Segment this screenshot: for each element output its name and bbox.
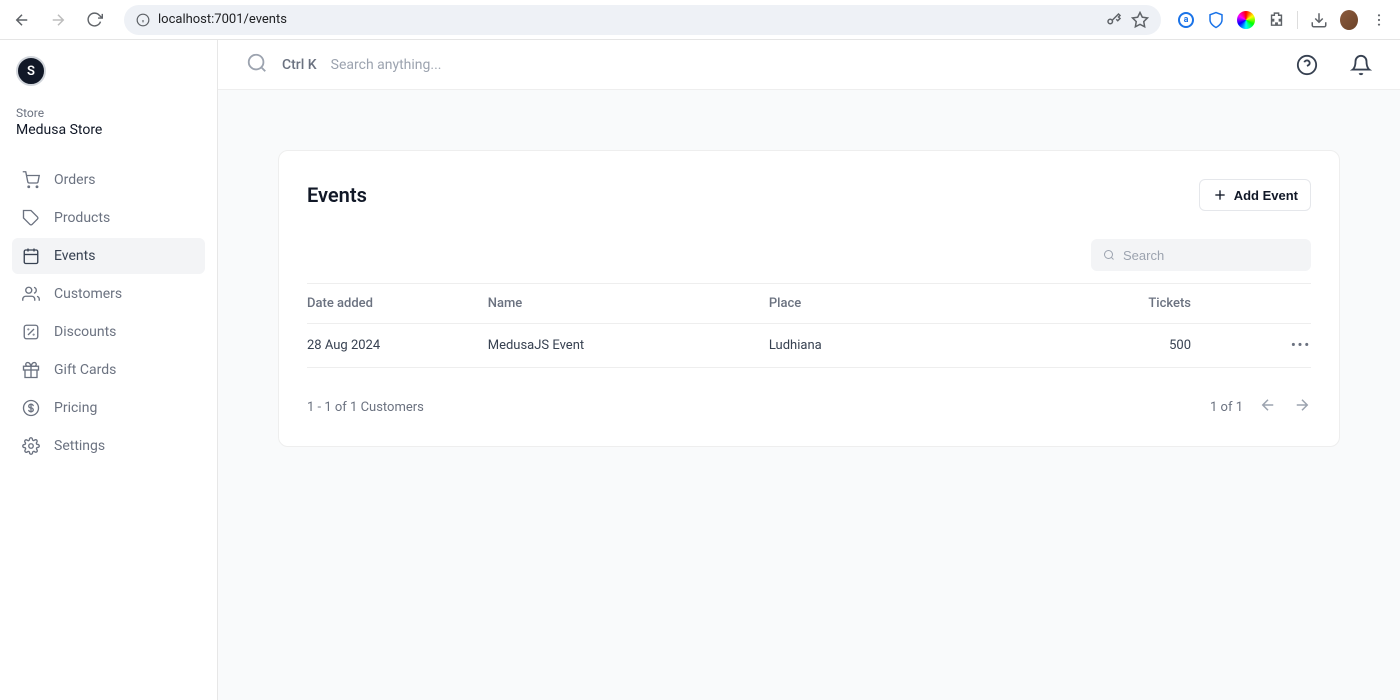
- row-actions-icon[interactable]: •••: [1291, 338, 1311, 353]
- col-date: Date added: [307, 284, 488, 324]
- pager-count: 1 - 1 of 1 Customers: [307, 400, 424, 415]
- sidebar-item-label: Products: [54, 210, 110, 226]
- search-placeholder[interactable]: Search anything...: [331, 57, 442, 73]
- sidebar-item-label: Pricing: [54, 400, 97, 416]
- browser-reload-button[interactable]: [80, 6, 108, 34]
- pager-prev[interactable]: [1259, 396, 1277, 418]
- sidebar-item-settings[interactable]: Settings: [12, 428, 205, 464]
- extension-a-icon[interactable]: a: [1177, 11, 1195, 29]
- pager-next[interactable]: [1293, 396, 1311, 418]
- sidebar-item-label: Gift Cards: [54, 362, 116, 378]
- sidebar-item-label: Customers: [54, 286, 122, 302]
- col-place: Place: [769, 284, 1090, 324]
- sidebar-item-customers[interactable]: Customers: [12, 276, 205, 312]
- calendar-icon: [22, 247, 40, 265]
- url-bar[interactable]: localhost:7001/events: [124, 5, 1161, 35]
- info-icon: [136, 13, 150, 27]
- star-icon[interactable]: [1131, 11, 1149, 29]
- shield-icon[interactable]: [1207, 11, 1225, 29]
- pager: 1 - 1 of 1 Customers 1 of 1: [307, 396, 1311, 418]
- search-icon[interactable]: [246, 52, 268, 78]
- pager-page: 1 of 1: [1210, 400, 1243, 415]
- nav-list: Orders Products Events Customers Discoun…: [12, 162, 205, 464]
- main: Ctrl K Search anything... Events Add Eve…: [218, 40, 1400, 700]
- gear-icon: [22, 437, 40, 455]
- sidebar-item-label: Events: [54, 248, 95, 264]
- search-icon: [1103, 247, 1115, 263]
- sidebar-item-orders[interactable]: Orders: [12, 162, 205, 198]
- table-search[interactable]: [1091, 239, 1311, 271]
- topbar: Ctrl K Search anything...: [218, 40, 1400, 90]
- help-icon[interactable]: [1296, 54, 1318, 76]
- plus-icon: [1212, 187, 1228, 203]
- col-tickets: Tickets: [1090, 284, 1271, 324]
- events-table: Date added Name Place Tickets 28 Aug 202…: [307, 283, 1311, 368]
- key-icon[interactable]: [1105, 11, 1123, 29]
- profile-avatar[interactable]: [1340, 11, 1358, 29]
- bell-icon[interactable]: [1350, 54, 1372, 76]
- download-icon[interactable]: [1310, 11, 1328, 29]
- dollar-icon: [22, 399, 40, 417]
- cell-tickets: 500: [1090, 324, 1271, 368]
- sidebar: S Store Medusa Store Orders Products Eve…: [0, 40, 218, 700]
- percent-icon: [22, 323, 40, 341]
- store-avatar[interactable]: S: [16, 56, 46, 86]
- page-title: Events: [307, 183, 367, 207]
- sidebar-item-events[interactable]: Events: [12, 238, 205, 274]
- sidebar-item-label: Orders: [54, 172, 96, 188]
- cell-name: MedusaJS Event: [488, 324, 769, 368]
- cart-icon: [22, 171, 40, 189]
- tag-icon: [22, 209, 40, 227]
- add-event-label: Add Event: [1234, 188, 1298, 203]
- events-card: Events Add Event Date added: [278, 150, 1340, 447]
- url-text: localhost:7001/events: [158, 12, 1097, 27]
- col-name: Name: [488, 284, 769, 324]
- browser-chrome: localhost:7001/events a: [0, 0, 1400, 40]
- table-row[interactable]: 28 Aug 2024 MedusaJS Event Ludhiana 500 …: [307, 324, 1311, 368]
- add-event-button[interactable]: Add Event: [1199, 179, 1311, 211]
- sidebar-item-label: Settings: [54, 438, 105, 454]
- cell-place: Ludhiana: [769, 324, 1090, 368]
- color-picker-icon[interactable]: [1237, 11, 1255, 29]
- browser-back-button[interactable]: [8, 6, 36, 34]
- cell-date: 28 Aug 2024: [307, 324, 488, 368]
- sidebar-item-gift-cards[interactable]: Gift Cards: [12, 352, 205, 388]
- store-label: Store: [12, 106, 205, 120]
- users-icon: [22, 285, 40, 303]
- gift-icon: [22, 361, 40, 379]
- browser-forward-button[interactable]: [44, 6, 72, 34]
- sidebar-item-discounts[interactable]: Discounts: [12, 314, 205, 350]
- sidebar-item-label: Discounts: [54, 324, 116, 340]
- browser-menu-icon[interactable]: [1370, 11, 1388, 29]
- store-name: Medusa Store: [12, 122, 205, 138]
- sidebar-item-products[interactable]: Products: [12, 200, 205, 236]
- extensions-icon[interactable]: [1267, 11, 1285, 29]
- table-search-input[interactable]: [1123, 248, 1299, 263]
- search-shortcut: Ctrl K: [282, 57, 317, 73]
- sidebar-item-pricing[interactable]: Pricing: [12, 390, 205, 426]
